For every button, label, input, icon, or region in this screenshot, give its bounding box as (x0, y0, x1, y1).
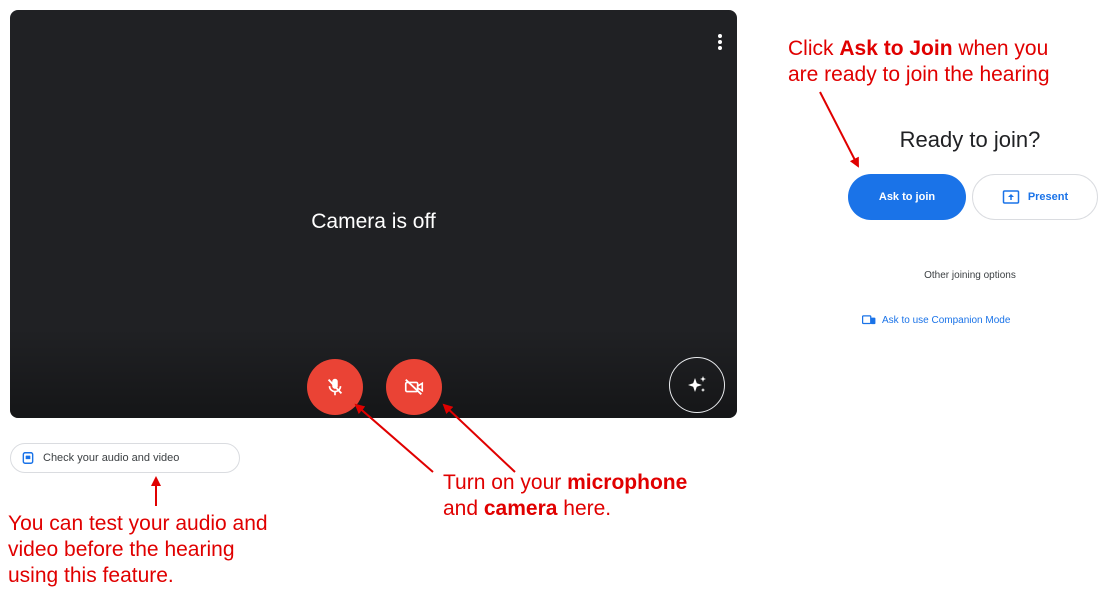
ready-to-join-title: Ready to join? (899, 127, 1041, 152)
annotation-test-audio-video: You can test your audio and video before… (8, 512, 268, 587)
visual-effects-button[interactable] (669, 357, 725, 413)
ask-to-join-label: Ask to join (878, 191, 936, 203)
audio-check-icon (22, 452, 34, 464)
microphone-toggle-button[interactable] (307, 359, 363, 415)
companion-mode-label: Ask to use Companion Mode (882, 314, 1011, 326)
camera-status-text: Camera is off (311, 210, 436, 233)
preview-bottom-shade (10, 328, 737, 418)
video-preview: Camera is off (10, 10, 737, 418)
mic-off-icon (327, 378, 343, 396)
sparkle-effects-icon (688, 376, 706, 392)
other-joining-options-label: Other joining options (924, 270, 1016, 281)
check-audio-video-button[interactable]: Check your audio and video (10, 443, 240, 473)
annotation-mic-camera: Turn on your microphone and camera here. (443, 471, 688, 520)
present-screen-icon (1002, 190, 1020, 204)
check-audio-video-label: Check your audio and video (43, 452, 180, 464)
videocam-off-icon (404, 378, 424, 396)
more-vert-icon (718, 34, 722, 50)
companion-mode-link[interactable]: Ask to use Companion Mode (862, 314, 1010, 326)
present-button[interactable]: Present (972, 174, 1098, 220)
more-options-button[interactable] (708, 30, 732, 54)
camera-toggle-button[interactable] (386, 359, 442, 415)
ask-to-join-button[interactable]: Ask to join (848, 174, 966, 220)
companion-mode-icon (862, 315, 876, 325)
present-label: Present (1027, 191, 1069, 203)
annotation-ask-to-join: Click Ask to Join when you are ready to … (788, 37, 1050, 86)
